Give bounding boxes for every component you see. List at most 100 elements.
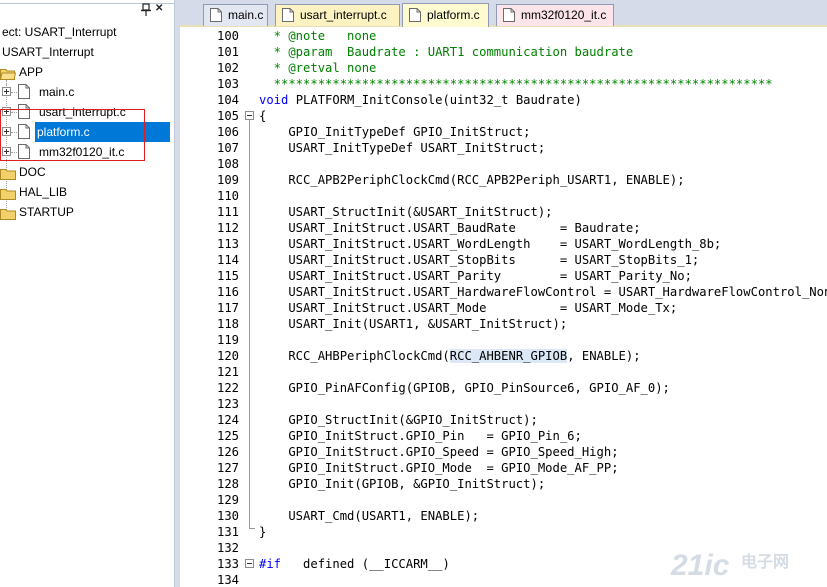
close-icon[interactable] [154,3,166,17]
expand-icon[interactable] [2,87,11,96]
line-number: 133 [216,557,239,571]
code-line[interactable]: * @retval none [259,60,377,76]
line-number: 131 [216,525,239,539]
code-line[interactable]: GPIO_Init(GPIOB, &GPIO_InitStruct); [259,476,545,492]
c-file-icon [210,8,222,22]
tab-label: mm32f0120_it.c [521,8,607,22]
line-number: 123 [216,397,239,411]
line-number: 130 [216,509,239,523]
project-title: ect: USART_Interrupt [2,25,117,39]
line-number: 108 [216,157,239,171]
line-number: 132 [216,541,239,555]
tree-root-label: USART_Interrupt [2,45,94,59]
code-line[interactable]: GPIO_InitStruct.GPIO_Pin = GPIO_Pin_6; [259,428,582,444]
line-number: 106 [216,125,239,139]
line-number: 126 [216,445,239,459]
code-line[interactable]: ****************************************… [259,76,773,92]
code-area[interactable]: * @note none * @param Baudrate : UART1 c… [259,27,827,587]
tab-usart-interrupt-c[interactable]: usart_interrupt.c [275,4,400,26]
code-line[interactable]: } [259,524,266,540]
code-line[interactable]: USART_StructInit(&USART_InitStruct); [259,204,552,220]
code-line[interactable]: GPIO_InitStruct.GPIO_Speed = GPIO_Speed_… [259,444,618,460]
tree-folder-app[interactable]: APP [0,62,174,82]
code-line[interactable]: * @param Baudrate : UART1 communication … [259,44,634,60]
code-line[interactable]: RCC_APB2PeriphClockCmd(RCC_APB2Periph_US… [259,172,684,188]
line-number: 103 [216,77,239,91]
tree-folder-label: APP [19,65,44,79]
fold-guide [249,116,250,529]
code-line[interactable]: USART_InitStruct.USART_Parity = USART_Pa… [259,268,692,284]
folder-icon [0,166,16,180]
line-number: 134 [216,573,239,587]
line-number: 104 [216,93,239,107]
line-number: 120 [216,349,239,363]
watermark-text: 21ic [670,549,730,581]
tab-label: main.c [228,8,264,22]
fold-margin [243,27,257,587]
highlight-box [0,109,145,161]
code-line[interactable]: * @note none [259,28,377,44]
collapse-icon[interactable] [245,111,254,120]
line-number-gutter: 100 101 102 103 104 105 106 107 108 109 110 111 112 1… [180,27,243,587]
code-line[interactable]: GPIO_PinAFConfig(GPIOB, GPIO_PinSource6,… [259,380,670,396]
tab-mm32f0120-it-c[interactable]: mm32f0120_it.c [496,4,614,26]
line-number: 122 [216,381,239,395]
fold-guide-end [249,528,255,529]
line-number: 110 [216,189,239,203]
line-number: 124 [216,413,239,427]
line-number: 125 [216,429,239,443]
line-number: 100 [216,29,239,43]
tree-folder-hal-lib[interactable]: HAL_LIB [0,182,174,202]
line-number: 118 [216,317,239,331]
code-line[interactable]: GPIO_InitStruct.GPIO_Mode = GPIO_Mode_AF… [259,460,618,476]
code-line[interactable]: USART_Cmd(USART1, ENABLE); [259,508,479,524]
tree-file-main[interactable]: main.c [0,82,174,102]
c-file-icon [409,7,421,22]
tree-folder-label: HAL_LIB [19,185,68,199]
tree-folder-label: STARTUP [19,205,74,219]
code-line[interactable]: #if defined (__ICCARM__) [259,556,450,572]
code-line[interactable]: RCC_AHBPeriphClockCmd(RCC_AHBENR_GPIOB, … [259,348,641,364]
code-line[interactable]: GPIO_StructInit(&GPIO_InitStruct); [259,412,537,428]
project-panel: ect: USART_Interrupt USART_Interrupt APP… [0,0,174,587]
tab-platform-c[interactable]: platform.c [402,3,489,27]
panel-controls [140,3,166,17]
folder-icon [0,186,16,200]
code-editor[interactable]: 100 101 102 103 104 105 106 107 108 109 110 111 112 1… [180,27,827,587]
code-line[interactable]: USART_InitStruct.USART_StopBits = USART_… [259,252,699,268]
line-number: 116 [216,285,239,299]
line-number: 121 [216,365,239,379]
line-number: 127 [216,461,239,475]
line-number: 105 [216,109,239,123]
code-line[interactable]: { [259,108,266,124]
line-number: 109 [216,173,239,187]
line-number: 107 [216,141,239,155]
code-line[interactable]: void PLATFORM_InitConsole(uint32_t Baudr… [259,92,582,108]
line-number: 114 [216,253,239,267]
line-number: 112 [216,221,239,235]
c-file-icon [282,8,294,22]
tab-main-c[interactable]: main.c [203,4,268,26]
line-number: 101 [216,45,239,59]
code-line[interactable]: USART_InitStruct.USART_Mode = USART_Mode… [259,300,677,316]
folder-open-icon [0,66,17,80]
code-line[interactable]: USART_InitStruct.USART_BaudRate = Baudra… [259,220,640,236]
pin-icon[interactable] [140,3,152,17]
c-file-icon [18,84,30,99]
tree-folder-doc[interactable]: DOC [0,162,174,182]
watermark-subtext: 电子网 [741,552,789,571]
code-line[interactable]: USART_InitStruct.USART_WordLength = USAR… [259,236,721,252]
line-number: 128 [216,477,239,491]
code-line[interactable]: USART_Init(USART1, &USART_InitStruct); [259,316,567,332]
code-line[interactable]: GPIO_InitTypeDef GPIO_InitStruct; [259,124,530,140]
collapse-icon[interactable] [245,559,254,568]
line-number: 111 [216,205,239,219]
tab-label: usart_interrupt.c [300,8,387,22]
code-line[interactable]: USART_InitTypeDef USART_InitStruct; [259,140,545,156]
code-line[interactable]: USART_InitStruct.USART_HardwareFlowContr… [259,284,827,300]
folder-icon [0,206,16,220]
tree-folder-startup[interactable]: STARTUP [0,202,174,222]
line-number: 115 [216,269,239,283]
line-number: 117 [216,301,239,315]
watermark-logo: 21ic 电子网 [669,547,819,582]
